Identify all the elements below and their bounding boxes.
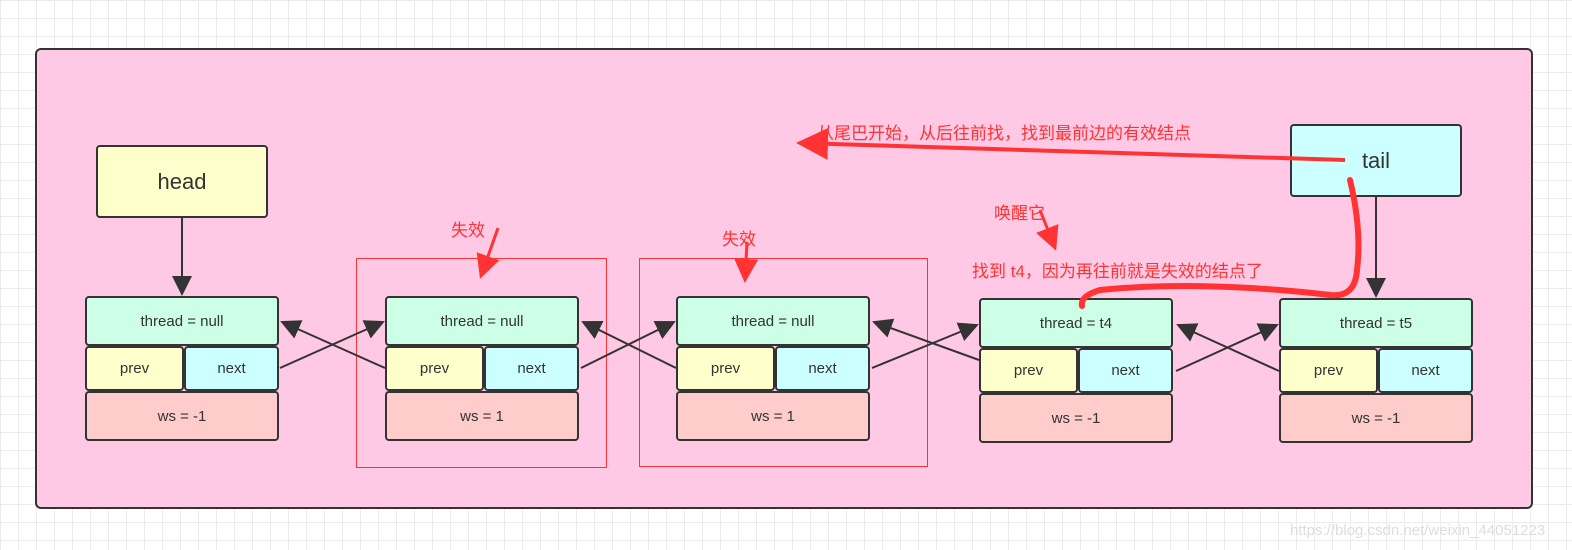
find-arrow — [1078, 177, 1362, 309]
found-annotation: 找到 t4，因为再往前就是失效的结点了 — [972, 262, 1263, 281]
arrows — [172, 127, 1386, 372]
next-arrow-3 — [871, 322, 979, 369]
scan-annotation: 从尾巴开始，从后往前找，找到最前边的有效结点 — [817, 124, 1191, 143]
scan-arrow — [796, 127, 1346, 162]
prev-arrow-4 — [872, 318, 980, 361]
watermark: https://blog.csdn.net/weixin_44051223 — [1290, 522, 1546, 539]
invalid-label-1: 失效 — [451, 221, 485, 240]
wake-annotation: 唤醒它 — [994, 204, 1045, 223]
invalid-label-2: 失效 — [722, 230, 756, 249]
